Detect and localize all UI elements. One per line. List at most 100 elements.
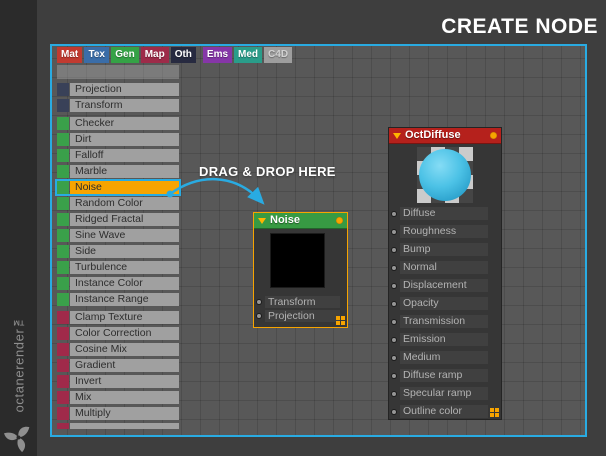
collapse-triangle-icon[interactable]: [258, 217, 266, 224]
list-item-color-correction[interactable]: Color Correction: [57, 327, 179, 340]
list-item-falloff[interactable]: Falloff: [57, 149, 179, 162]
node-type-icon: [57, 165, 69, 178]
input-port-icon[interactable]: [392, 211, 396, 216]
node-type-icon: [57, 245, 69, 258]
list-item-label: Ridged Fractal: [70, 213, 179, 226]
input-port-icon[interactable]: [257, 314, 261, 318]
node-type-icon: [57, 181, 69, 194]
noise-node[interactable]: Noise Transform Projection: [253, 212, 348, 328]
tab-mat[interactable]: Mat: [57, 47, 83, 63]
tab-tex[interactable]: Tex: [84, 47, 110, 63]
input-label: Displacement: [400, 279, 488, 292]
list-item-dirt[interactable]: Dirt: [57, 133, 179, 146]
input-port-icon[interactable]: [392, 229, 396, 234]
tab-ems[interactable]: Ems: [202, 47, 233, 63]
input-port-icon[interactable]: [257, 300, 261, 304]
input-port-icon[interactable]: [392, 373, 396, 378]
input-port-icon[interactable]: [392, 283, 396, 288]
node-input-opacity: Opacity: [389, 297, 501, 310]
octdiffuse-node-header[interactable]: OctDiffuse: [389, 128, 501, 144]
list-item-label: Color Correction: [70, 327, 179, 340]
input-port-icon[interactable]: [392, 301, 396, 306]
node-type-icon: [57, 197, 69, 210]
resize-dot: [336, 316, 340, 320]
list-item-label: Falloff: [70, 149, 179, 162]
node-type-icon: [57, 327, 69, 340]
resize-handle-icon[interactable]: [490, 408, 499, 417]
resize-dot: [336, 321, 340, 325]
node-type-icon: [57, 229, 69, 242]
noise-node-header[interactable]: Noise: [254, 213, 347, 229]
list-item-marble[interactable]: Marble: [57, 165, 179, 178]
node-input-bump: Bump: [389, 243, 501, 256]
list-item-cosine-mix[interactable]: Cosine Mix: [57, 343, 179, 356]
input-port-icon[interactable]: [392, 265, 396, 270]
node-input-transmission: Transmission: [389, 315, 501, 328]
node-editor-panel: Mat Tex Gen Map Oth Ems Med C4D Projection Trans…: [50, 44, 587, 437]
node-type-icon: [57, 311, 69, 324]
input-label: Bump: [400, 243, 488, 256]
list-item-gradient[interactable]: Gradient: [57, 359, 179, 372]
node-type-icon: [57, 149, 69, 162]
list-item-mix[interactable]: Mix: [57, 391, 179, 404]
input-label: Projection: [265, 310, 340, 322]
list-item-multiply[interactable]: Multiply: [57, 407, 179, 420]
input-port-icon[interactable]: [392, 319, 396, 324]
list-item-label: Multiply: [70, 407, 179, 420]
node-type-icon: [57, 407, 69, 420]
list-item-instance-range[interactable]: Instance Range: [57, 293, 179, 306]
list-item-projection[interactable]: Projection: [57, 83, 179, 96]
input-port-icon[interactable]: [392, 355, 396, 360]
list-item-label: [70, 423, 179, 429]
list-item-checker[interactable]: Checker: [57, 117, 179, 130]
list-item-random-color[interactable]: Random Color: [57, 197, 179, 210]
list-item-sine-wave[interactable]: Sine Wave: [57, 229, 179, 242]
drag-drop-annotation: DRAG & DROP HERE: [199, 164, 336, 179]
node-type-icon: [57, 133, 69, 146]
node-inputs: Diffuse Roughness Bump Normal Displacement Op…: [389, 207, 501, 418]
resize-handle-icon[interactable]: [336, 316, 345, 325]
collapse-triangle-icon[interactable]: [393, 132, 401, 139]
list-item-label: Mix: [70, 391, 179, 404]
tab-c4d[interactable]: C4D: [264, 47, 293, 63]
list-item-label: Transform: [70, 99, 179, 112]
tab-map[interactable]: Map: [140, 47, 169, 63]
list-item-noise[interactable]: Noise: [57, 181, 179, 194]
input-label: Opacity: [400, 297, 488, 310]
list-item-label: Dirt: [70, 133, 179, 146]
list-item-label: Marble: [70, 165, 179, 178]
input-port-icon[interactable]: [392, 337, 396, 342]
node-type-icon: [57, 423, 69, 429]
octdiffuse-node[interactable]: OctDiffuse Diffuse Roughness Bump Normal Dis…: [388, 127, 502, 420]
node-type-icon: [57, 391, 69, 404]
resize-dot: [490, 413, 494, 417]
list-item-label: Side: [70, 245, 179, 258]
list-item-invert[interactable]: Invert: [57, 375, 179, 388]
node-input-diffuse-ramp: Diffuse ramp: [389, 369, 501, 382]
list-item-turbulence[interactable]: Turbulence: [57, 261, 179, 274]
list-item-transform[interactable]: Transform: [57, 99, 179, 112]
tab-oth[interactable]: Oth: [170, 47, 196, 63]
list-item-instance-color[interactable]: Instance Color: [57, 277, 179, 290]
category-tabs: Mat Tex Gen Map Oth Ems Med C4D: [57, 47, 293, 63]
node-preview: [417, 147, 473, 203]
ghost-list-item: [57, 65, 179, 79]
resize-dot: [495, 413, 499, 417]
resize-dot: [341, 316, 345, 320]
input-port-icon[interactable]: [392, 391, 396, 396]
input-port-icon[interactable]: [392, 409, 396, 414]
node-type-icon: [57, 83, 69, 96]
list-item-partial[interactable]: [57, 423, 179, 429]
tab-gen[interactable]: Gen: [111, 47, 139, 63]
list-item-ridged-fractal[interactable]: Ridged Fractal: [57, 213, 179, 226]
tab-med[interactable]: Med: [234, 47, 263, 63]
list-item-clamp-texture[interactable]: Clamp Texture: [57, 311, 179, 324]
node-input-outline-color: Outline color: [389, 405, 501, 418]
output-port-icon[interactable]: [490, 132, 497, 139]
input-port-icon[interactable]: [392, 247, 396, 252]
node-type-icon: [57, 261, 69, 274]
list-item-label: Instance Color: [70, 277, 179, 290]
list-item-side[interactable]: Side: [57, 245, 179, 258]
node-title: Noise: [270, 214, 300, 226]
output-port-icon[interactable]: [336, 217, 343, 224]
